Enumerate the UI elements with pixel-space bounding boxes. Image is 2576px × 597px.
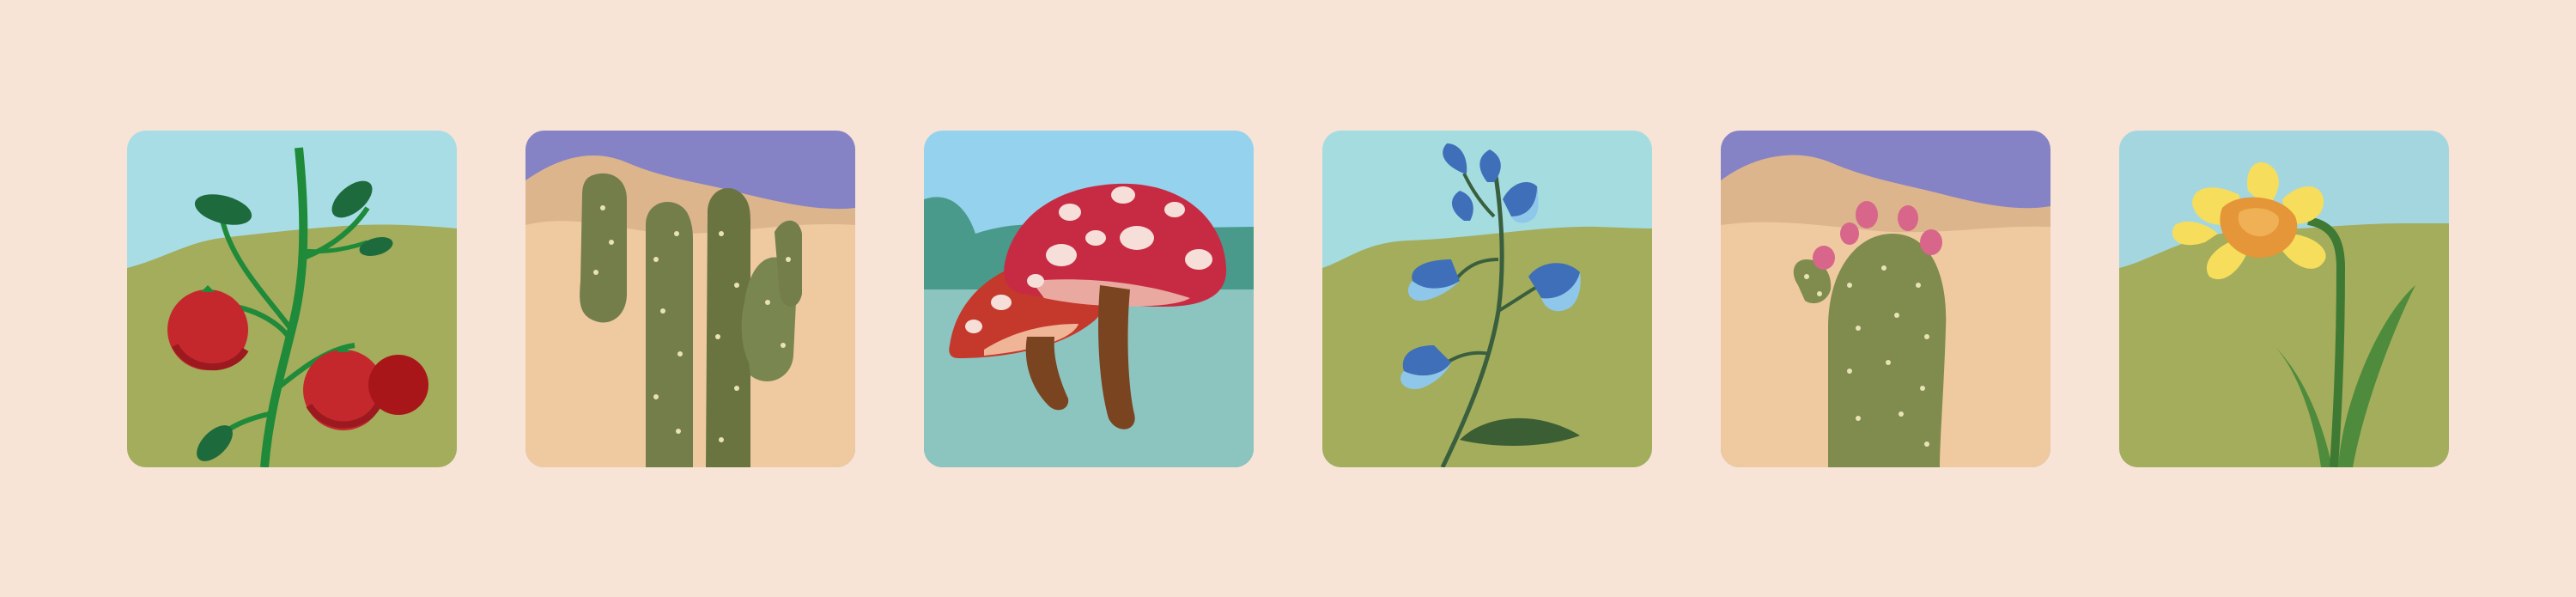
tomato-card[interactable] <box>127 131 457 467</box>
tomato-plant-icon <box>127 131 457 467</box>
mushroom-icon <box>924 131 1254 467</box>
daffodil-card[interactable] <box>2119 131 2449 467</box>
cactus-card[interactable] <box>526 131 855 467</box>
illustration-row <box>127 131 2449 467</box>
bellflower-icon <box>1322 131 1652 467</box>
prickly-pear-card[interactable] <box>1721 131 2050 467</box>
prickly-pear-icon <box>1721 131 2050 467</box>
mushroom-card[interactable] <box>924 131 1254 467</box>
bellflower-card[interactable] <box>1322 131 1652 467</box>
cactus-icon <box>526 131 855 467</box>
daffodil-icon <box>2119 131 2449 467</box>
